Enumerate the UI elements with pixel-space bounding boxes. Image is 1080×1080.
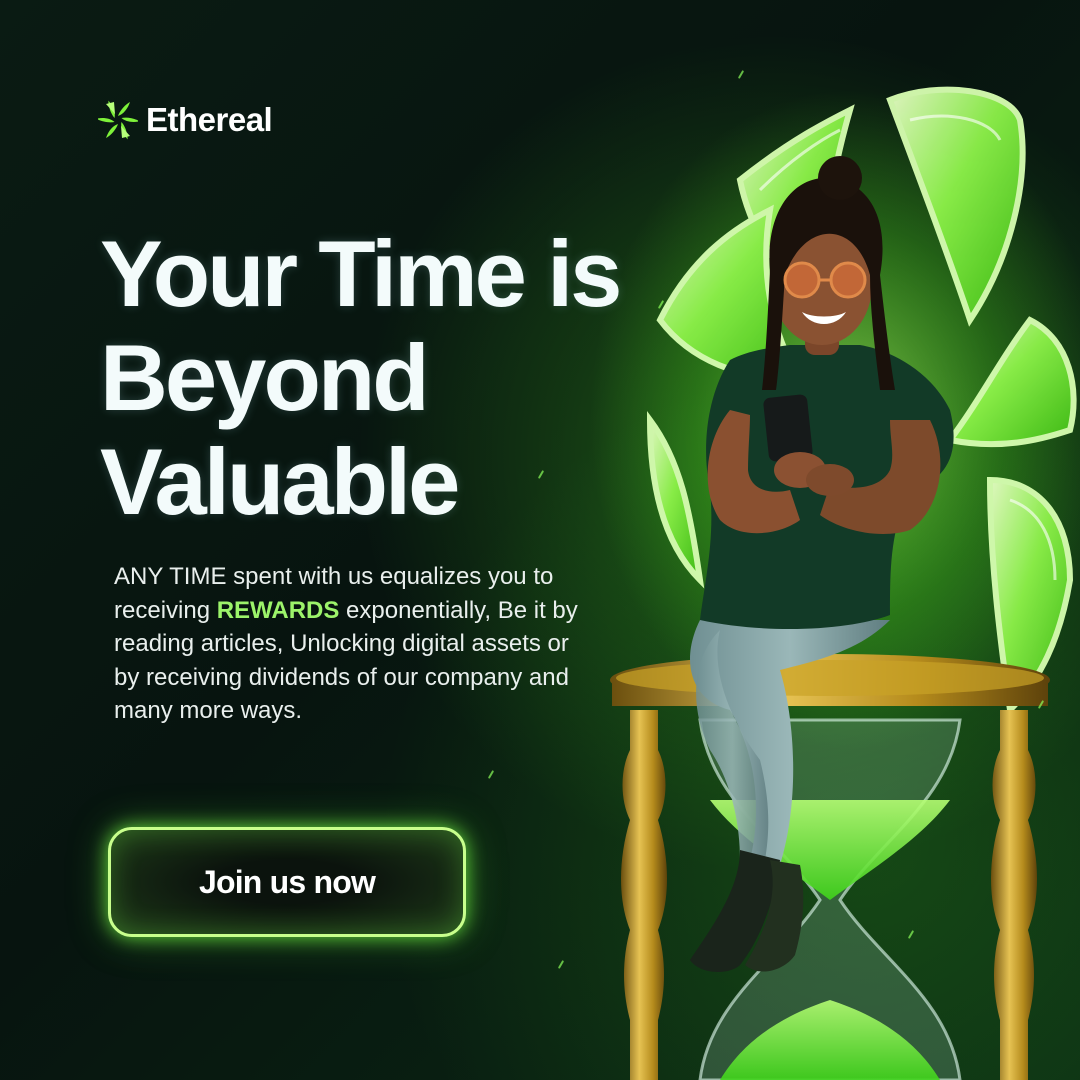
promo-banner: Ethereal Your Time is Beyond Valuable AN…: [0, 0, 1080, 1080]
headline-line-3: Valuable: [100, 429, 460, 534]
headline-line-1: Your Time is: [100, 221, 622, 326]
headline: Your Time is Beyond Valuable: [100, 222, 660, 534]
headline-line-2: Beyond: [100, 325, 430, 430]
pinwheel-logo-icon: [98, 100, 138, 140]
brand-name: Ethereal: [146, 101, 273, 138]
join-us-button[interactable]: Join us now: [108, 827, 466, 937]
rewards-highlight: REWARDS: [216, 596, 340, 624]
hero-illustration: [590, 60, 1080, 1080]
description: ANY TIME spent with us equalizes you to …: [114, 560, 584, 728]
sparkle-particle: [487, 770, 495, 779]
sparkle-particle: [557, 960, 565, 969]
woman-on-hourglass-image: [590, 86, 1080, 1080]
brand-logo[interactable]: Ethereal: [98, 97, 273, 143]
